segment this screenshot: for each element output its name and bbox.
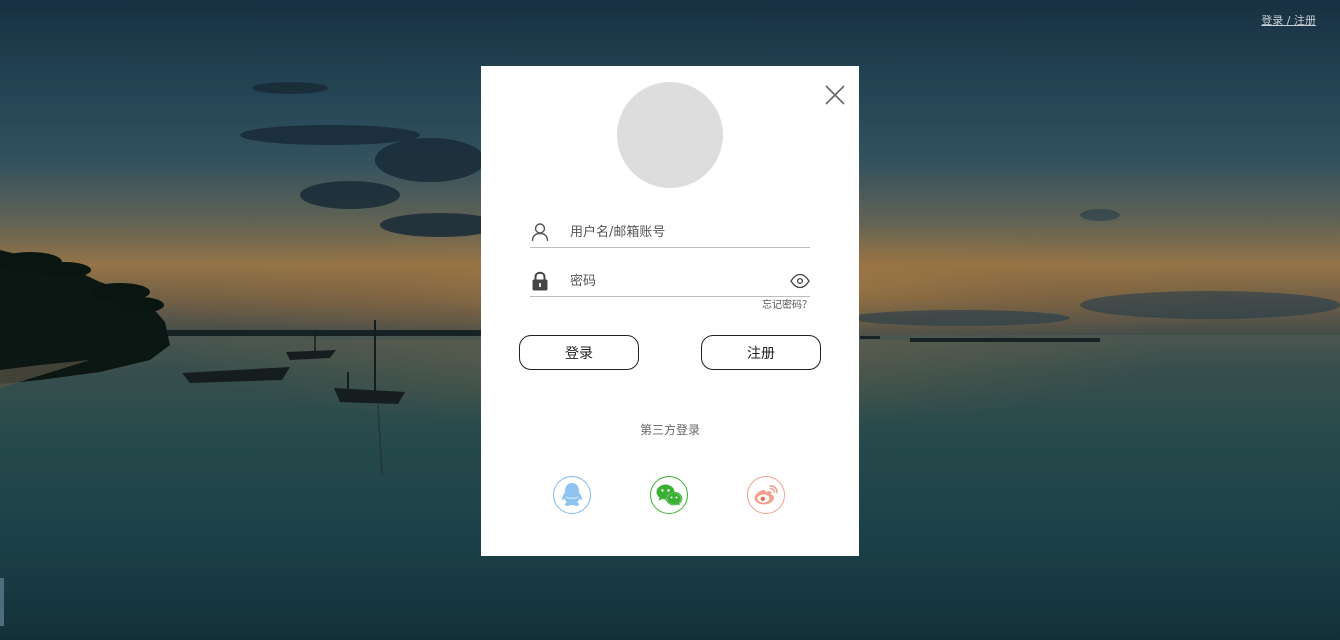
register-button[interactable]: 注册	[701, 335, 821, 370]
avatar	[617, 82, 723, 188]
wechat-icon	[656, 484, 683, 506]
wechat-login-button[interactable]	[650, 476, 688, 514]
third-party-login-label: 第三方登录	[639, 423, 700, 437]
close-icon[interactable]	[824, 84, 846, 106]
lock-icon	[532, 271, 548, 291]
username-field	[530, 217, 810, 248]
weibo-icon	[754, 485, 778, 505]
qq-login-button[interactable]	[553, 476, 591, 514]
login-button[interactable]: 登录	[519, 335, 639, 370]
forgot-password-link[interactable]: 忘记密码？	[762, 296, 812, 311]
login-dialog: 忘记密码？ 登录 注册 第三方登录	[481, 66, 859, 556]
eye-icon[interactable]	[790, 273, 810, 289]
qq-icon	[562, 483, 582, 506]
password-field	[530, 266, 810, 297]
user-icon	[531, 223, 549, 242]
login-register-link[interactable]: 登录 / 注册	[1261, 12, 1316, 28]
edge-tab	[0, 578, 4, 626]
weibo-login-button[interactable]	[747, 476, 785, 514]
username-input[interactable]	[570, 221, 780, 243]
password-input[interactable]	[570, 270, 780, 292]
